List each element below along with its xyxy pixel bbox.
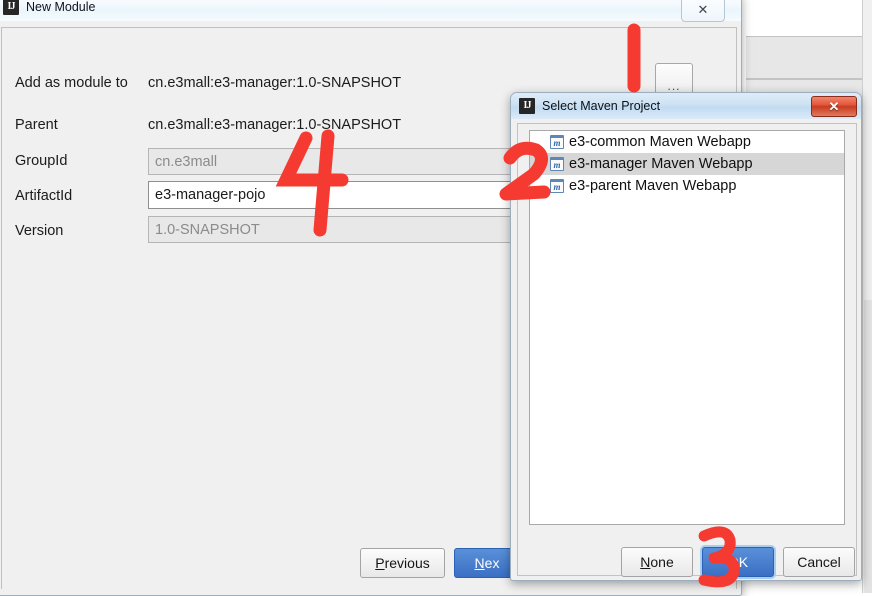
label-groupid: GroupId [15,153,68,169]
new-module-titlebar[interactable]: IJ New Module [0,0,741,21]
none-mnemonic: N [640,554,651,570]
select-maven-titlebar[interactable]: IJ Select Maven Project ✕ [511,93,861,119]
list-item[interactable]: m e3-common Maven Webapp [530,131,844,153]
label-artifactid: ArtifactId [15,188,73,204]
list-item-label: e3-common Maven Webapp [569,134,751,150]
previous-mnemonic: P [375,555,385,571]
list-item[interactable]: m e3-manager Maven Webapp [530,153,844,175]
new-module-title: New Module [26,0,96,14]
cancel-button[interactable]: Cancel [783,547,855,577]
background-lower-panel [864,300,872,593]
none-label: one [650,554,674,570]
list-item-label: e3-parent Maven Webapp [569,178,737,194]
label-parent: Parent [15,117,58,133]
intellij-idea-icon: IJ [3,0,19,15]
none-button[interactable]: None [621,547,693,577]
previous-label: revious [384,555,430,571]
maven-module-icon: m [550,179,564,193]
background-row [746,36,872,79]
list-item[interactable]: m e3-parent Maven Webapp [530,175,844,197]
maven-module-icon: m [550,157,564,171]
value-parent: cn.e3mall:e3-manager:1.0-SNAPSHOT [148,117,402,133]
label-add-as-module-to: Add as module to [15,75,128,91]
previous-button[interactable]: Previous [360,548,445,578]
select-maven-content: m e3-common Maven Webapp m e3-manager Ma… [517,123,857,577]
select-maven-project-dialog: IJ Select Maven Project ✕ m e3-common Ma… [510,92,862,581]
value-add-as-module-to: cn.e3mall:e3-manager:1.0-SNAPSHOT [148,75,402,91]
ok-button[interactable]: OK [702,547,774,577]
intellij-idea-icon: IJ [519,98,535,114]
new-module-close-button[interactable]: ✕ [681,0,725,22]
maven-module-icon: m [550,135,564,149]
select-maven-close-button[interactable]: ✕ [811,96,857,117]
maven-project-list[interactable]: m e3-common Maven Webapp m e3-manager Ma… [529,130,845,525]
select-maven-title: Select Maven Project [542,99,661,113]
next-label: ex [484,555,500,571]
next-mnemonic: N [474,555,485,571]
label-version: Version [15,223,64,239]
list-item-label: e3-manager Maven Webapp [569,156,753,172]
